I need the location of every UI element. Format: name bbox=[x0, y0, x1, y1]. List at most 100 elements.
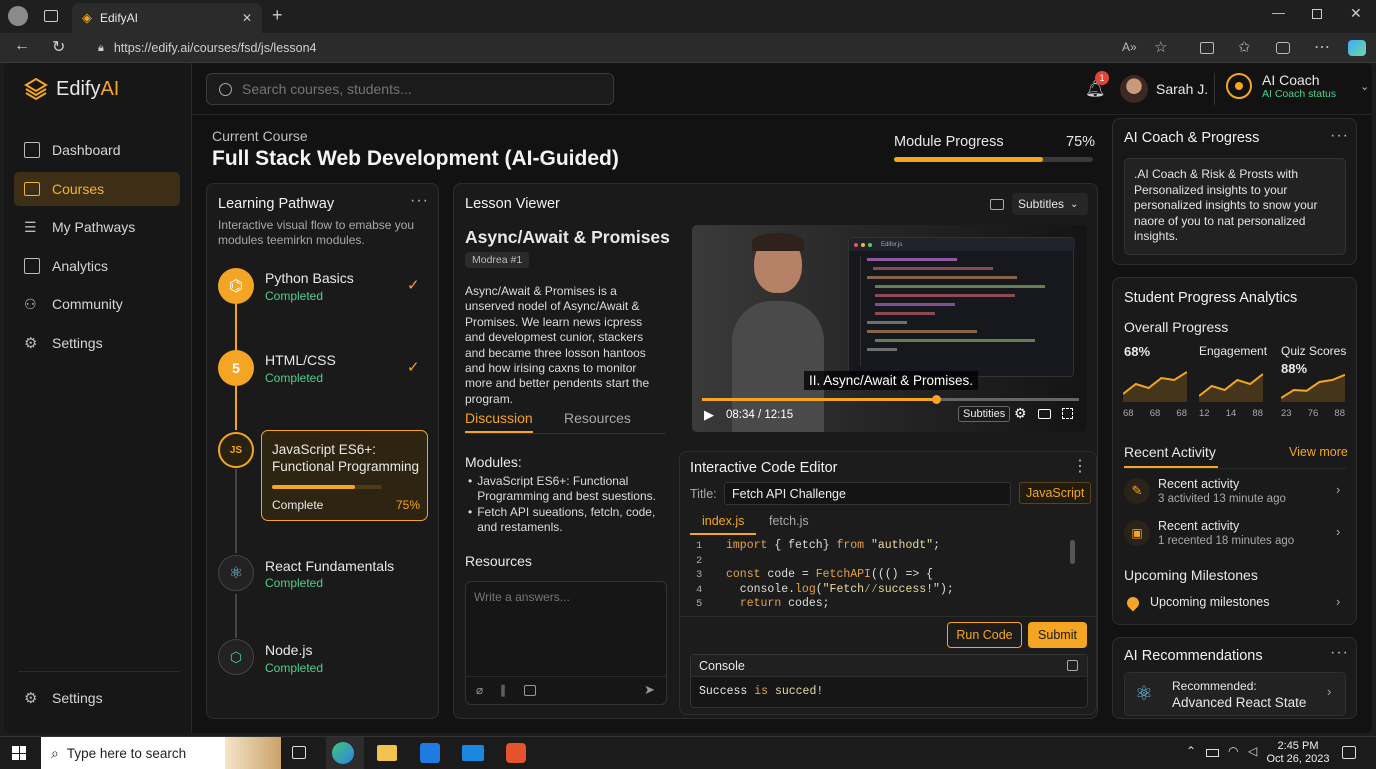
step-progress-fill bbox=[272, 485, 355, 489]
captions-icon[interactable] bbox=[990, 199, 1004, 210]
search-box[interactable] bbox=[206, 73, 614, 105]
close-window-icon[interactable]: ✕ bbox=[1350, 5, 1362, 22]
activity-item[interactable]: ▣ Recent activity 1 recented 18 minutes … bbox=[1124, 518, 1346, 556]
sidebar-item-community[interactable]: ⚇ Community bbox=[14, 287, 180, 321]
tab-actions-icon[interactable] bbox=[44, 10, 58, 22]
notifications-button[interactable]: 🔔︎ 1 bbox=[1085, 71, 1109, 99]
activity-sub: 1 recented 18 minutes ago bbox=[1158, 535, 1295, 547]
tick-labels: 23 76 88 bbox=[1281, 408, 1345, 419]
step-name[interactable]: HTML/CSS bbox=[265, 352, 336, 368]
sidebar-footer-settings[interactable]: ⚙ Settings bbox=[14, 681, 180, 715]
seek-handle[interactable] bbox=[931, 395, 941, 404]
milestone-item[interactable]: Upcoming milestones › bbox=[1124, 594, 1346, 616]
close-tab-icon[interactable]: ✕ bbox=[242, 11, 252, 25]
gear-icon: ⚙ bbox=[24, 335, 38, 352]
sidebar-item-dashboard[interactable]: Dashboard bbox=[14, 133, 180, 167]
challenge-title-input[interactable] bbox=[724, 482, 1011, 505]
file-explorer-icon[interactable] bbox=[377, 745, 397, 761]
video-time: 08:34 / 12:15 bbox=[726, 409, 794, 421]
clock[interactable]: 2:45 PM Oct 26, 2023 bbox=[1262, 740, 1334, 766]
office-icon[interactable] bbox=[506, 743, 526, 763]
run-code-button[interactable]: Run Code bbox=[947, 622, 1022, 648]
attach-icon[interactable]: ⌀ bbox=[476, 683, 483, 697]
miniplayer-icon[interactable] bbox=[1038, 409, 1051, 419]
step-name[interactable]: Node.js bbox=[265, 642, 312, 658]
sidebar-item-pathways[interactable]: ☰ My Pathways bbox=[14, 210, 180, 244]
sidebar-item-settings[interactable]: ⚙ Settings bbox=[14, 326, 180, 360]
mail-icon[interactable] bbox=[462, 745, 484, 761]
windows-start-icon[interactable] bbox=[12, 746, 26, 760]
view-more-link[interactable]: View more bbox=[1289, 445, 1348, 459]
clip-icon[interactable]: ∥ bbox=[500, 683, 506, 697]
minimize-icon[interactable]: — bbox=[1272, 5, 1285, 20]
brand-logo[interactable]: EdifyAI bbox=[24, 77, 119, 101]
read-aloud-icon[interactable]: A» bbox=[1122, 40, 1137, 54]
taskbar-search[interactable]: ⌕ Type here to search bbox=[41, 737, 281, 769]
chevron-right-icon: › bbox=[1336, 524, 1341, 539]
code-area[interactable]: 12345 import { fetch} from "authodt"; co… bbox=[690, 536, 1086, 610]
editor-more-icon[interactable]: ⋮ bbox=[1072, 456, 1089, 476]
video-subtitles-button[interactable]: Subtities bbox=[958, 406, 1011, 422]
refresh-icon[interactable]: ↻ bbox=[52, 37, 65, 57]
answer-input[interactable] bbox=[466, 582, 666, 672]
more-icon[interactable]: ⋯ bbox=[1314, 37, 1330, 57]
task-view-icon[interactable] bbox=[292, 746, 306, 759]
step-name[interactable]: React Fundamentals bbox=[265, 558, 394, 574]
subtitles-select[interactable]: Subtitles ⌄ bbox=[1012, 193, 1088, 215]
store-icon[interactable] bbox=[420, 743, 440, 763]
active-step-card[interactable]: JavaScript ES6+: Functional Programming … bbox=[261, 430, 428, 521]
analytics-panel: Student Progress Analytics Overall Progr… bbox=[1112, 277, 1357, 625]
line-numbers: 12345 bbox=[696, 540, 703, 610]
fullscreen-icon[interactable] bbox=[1062, 408, 1073, 419]
coach-more-icon[interactable]: ··· bbox=[1330, 127, 1349, 145]
sidebar-item-courses[interactable]: Courses bbox=[14, 172, 180, 206]
copilot-icon[interactable] bbox=[1348, 40, 1366, 56]
profile-avatar[interactable] bbox=[8, 6, 28, 26]
favorites-icon[interactable]: ✩ bbox=[1238, 38, 1251, 56]
step-progress-bar bbox=[272, 485, 382, 489]
editor-scrollbar[interactable] bbox=[1070, 540, 1075, 564]
search-input[interactable] bbox=[242, 81, 582, 97]
favorite-star-icon[interactable]: ☆ bbox=[1154, 38, 1167, 56]
pathway-more-icon[interactable]: ··· bbox=[410, 192, 429, 210]
maximize-icon[interactable] bbox=[1312, 9, 1322, 19]
video-settings-icon[interactable]: ⚙ bbox=[1014, 405, 1027, 422]
step-name[interactable]: Python Basics bbox=[265, 270, 354, 286]
ai-coach-menu[interactable]: AI Coach AI Coach status ⌄ bbox=[1226, 72, 1369, 100]
activity-item[interactable]: ✎ Recent activity 3 activited 13 minute … bbox=[1124, 476, 1346, 514]
video-seek-bar[interactable] bbox=[702, 395, 1079, 404]
tab-discussion[interactable]: Discussion bbox=[465, 410, 533, 426]
activity-icon: ✎ bbox=[1124, 478, 1150, 504]
code-text: import { fetch} from "authodt"; const co… bbox=[726, 539, 954, 610]
coach-panel-title: AI Coach & Progress bbox=[1124, 130, 1260, 146]
recommendation-card[interactable]: ⚛ Recommended: Advanced React State › bbox=[1124, 672, 1346, 716]
tab-resources[interactable]: Resources bbox=[564, 410, 631, 426]
url-text: https://edify.ai/courses/fsd/js/lesson4 bbox=[113, 41, 317, 55]
editor-title: Interactive Code Editor bbox=[690, 460, 838, 476]
url-field[interactable]: 🔒︎ https://edify.ai/courses/fsd/js/lesso… bbox=[88, 36, 1138, 60]
send-icon[interactable]: ➤ bbox=[644, 682, 655, 698]
image-icon[interactable] bbox=[524, 685, 536, 696]
user-menu[interactable]: Sarah J. bbox=[1120, 75, 1208, 103]
pathway-connector bbox=[235, 469, 237, 553]
collections-icon[interactable] bbox=[1276, 42, 1290, 54]
console-output: Success is succed! bbox=[699, 685, 824, 698]
notification-center-icon[interactable] bbox=[1342, 746, 1356, 759]
submit-button[interactable]: Submit bbox=[1028, 622, 1087, 648]
editor-tab-index[interactable]: index.js bbox=[702, 514, 744, 528]
browser-tab[interactable]: ◈ EdifyAI ✕ bbox=[72, 3, 262, 33]
new-tab-icon[interactable]: + bbox=[272, 5, 283, 26]
list-item: • JavaScript ES6+: Functional Programming… bbox=[468, 474, 656, 504]
tray-chevron-icon[interactable]: ⌃ bbox=[1186, 744, 1196, 758]
video-player[interactable]: Edifor.js II. Async/Await & Promises. ▶ … bbox=[692, 225, 1087, 432]
back-icon[interactable]: ← bbox=[14, 37, 30, 55]
editor-tab-fetch[interactable]: fetch.js bbox=[769, 514, 809, 528]
recs-more-icon[interactable]: ··· bbox=[1330, 644, 1349, 662]
volume-icon[interactable]: ◁ bbox=[1248, 744, 1257, 758]
play-icon[interactable]: ▶ bbox=[704, 407, 714, 423]
console-info-icon[interactable] bbox=[1067, 660, 1078, 671]
language-select[interactable]: JavaScript bbox=[1019, 482, 1092, 504]
wifi-icon[interactable]: ◠ bbox=[1228, 744, 1238, 758]
split-screen-icon[interactable] bbox=[1200, 42, 1214, 54]
sidebar-item-analytics[interactable]: Analytics bbox=[14, 249, 180, 283]
